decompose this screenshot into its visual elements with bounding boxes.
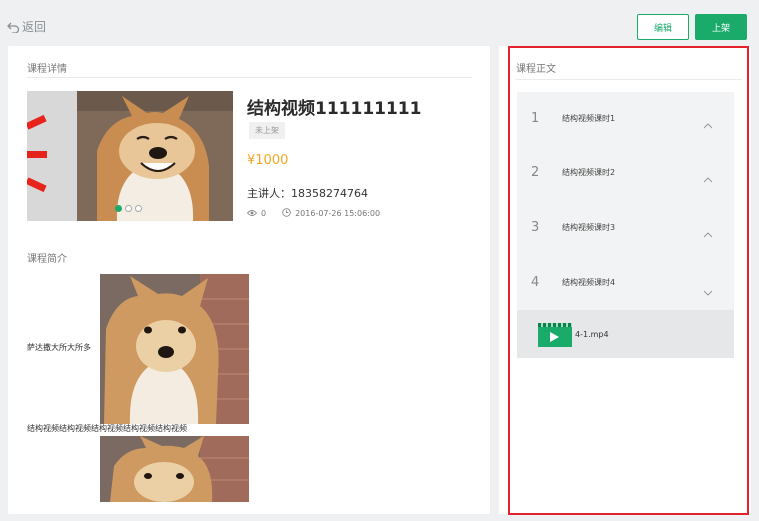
back-button[interactable]: 返回 [7, 18, 46, 35]
course-price: ¥1000 [247, 153, 289, 168]
cover-image [77, 91, 233, 221]
divider [27, 77, 472, 78]
carousel-dot-3[interactable] [135, 205, 142, 212]
carousel-dots [115, 205, 142, 212]
top-bar: 返回 编辑 上架 [0, 0, 759, 44]
view-count: 0 [261, 209, 267, 218]
carousel-prev-slide [27, 91, 77, 221]
intro-section-title: 课程简介 [27, 254, 67, 265]
back-arrow-icon [7, 21, 20, 33]
status-badge: 未上架 [249, 122, 285, 139]
course-detail-card: 课程详情 结构视频111111111 未上架 ¥1000 主讲人：1835827… [8, 46, 490, 514]
cover-carousel[interactable] [27, 91, 233, 221]
edit-button[interactable]: 编辑 [637, 14, 689, 40]
intro-image-1 [100, 274, 249, 424]
back-label: 返回 [22, 20, 47, 34]
eye-icon [246, 209, 258, 219]
lecturer-info: 主讲人：18358274764 [247, 187, 368, 200]
detail-section-title: 课程详情 [27, 64, 67, 75]
course-title: 结构视频111111111 [247, 99, 422, 119]
highlight-box [508, 46, 749, 515]
intro-image-2 [100, 436, 249, 502]
carousel-dot-1[interactable] [115, 205, 122, 212]
carousel-dot-2[interactable] [125, 205, 132, 212]
clock-icon [282, 208, 291, 219]
intro-paragraph-1: 萨达撒大所大所多 [27, 343, 91, 352]
publish-button[interactable]: 上架 [695, 14, 747, 40]
intro-paragraph-2: 结构视频结构视频结构视频结构视频结构视频 [27, 424, 187, 433]
course-meta: 0 2016-07-26 15:06:00 [246, 208, 381, 219]
publish-datetime: 2016-07-26 15:06:00 [295, 209, 381, 218]
